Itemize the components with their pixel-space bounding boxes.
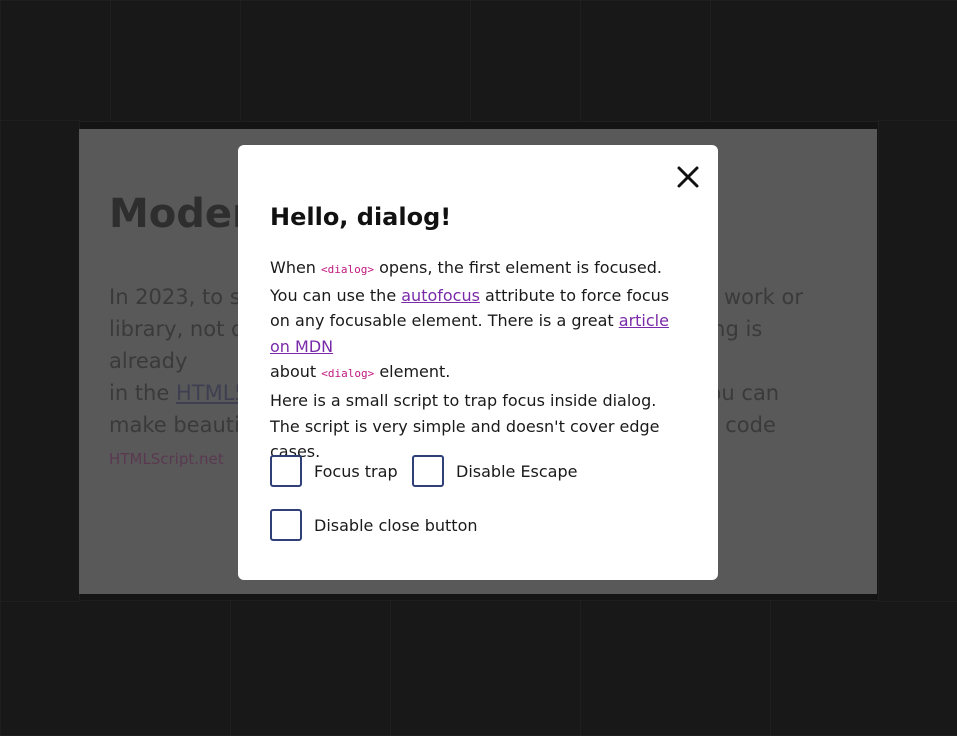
checkbox-box[interactable] xyxy=(270,455,302,487)
autofocus-link[interactable]: autofocus xyxy=(401,286,480,305)
intro-text: element. xyxy=(374,362,451,381)
dialog-intro: When <dialog> opens, the first element i… xyxy=(270,255,686,387)
code-snippet: <dialog> xyxy=(321,367,375,380)
code-snippet: <dialog> xyxy=(321,263,375,276)
bg-text: in the xyxy=(109,381,176,405)
bg-pink-text: HTMLScript.net xyxy=(109,450,224,468)
close-icon xyxy=(677,166,699,188)
bg-text: work or xyxy=(723,285,803,309)
close-button[interactable] xyxy=(674,163,702,191)
intro-text: about xyxy=(270,362,322,381)
bg-link: HTML5 xyxy=(175,381,248,405)
checkbox-label: Disable Escape xyxy=(456,461,578,481)
checkbox-box[interactable] xyxy=(412,455,444,487)
focus-trap-checkbox[interactable]: Focus trap xyxy=(270,455,398,487)
checkbox-label: Focus trap xyxy=(314,461,398,481)
bg-text: make beautif xyxy=(109,413,248,437)
dialog-title: Hello, dialog! xyxy=(270,203,452,231)
disable-escape-checkbox[interactable]: Disable Escape xyxy=(412,455,577,487)
checkbox-label: Disable close button xyxy=(314,515,478,535)
disable-close-button-checkbox[interactable]: Disable close button xyxy=(270,509,478,541)
bg-text: In 2023, to sh xyxy=(109,285,254,309)
dialog-description: Here is a small script to trap focus ins… xyxy=(270,391,660,461)
background-title: Moder xyxy=(109,191,252,237)
intro-text: When xyxy=(270,258,322,277)
dialog: Hello, dialog! When <dialog> opens, the … xyxy=(238,145,718,580)
checkbox-box[interactable] xyxy=(270,509,302,541)
bg-text: library, not do xyxy=(109,317,258,341)
